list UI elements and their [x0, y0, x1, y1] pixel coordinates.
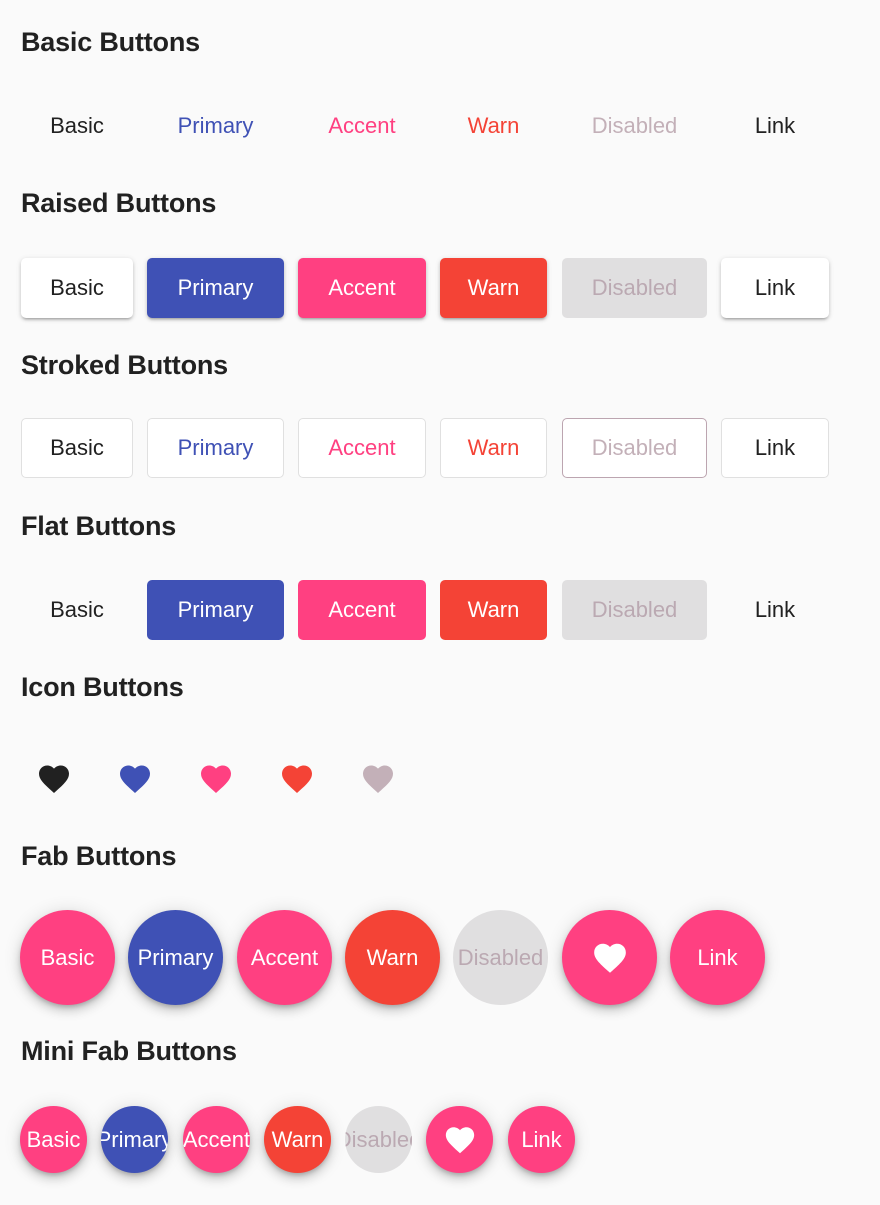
- mini-fab-button-basic[interactable]: Basic: [20, 1106, 87, 1173]
- basic-button-accent[interactable]: Accent: [298, 96, 426, 156]
- basic-button-warn[interactable]: Warn: [440, 96, 547, 156]
- icon-button-primary[interactable]: [113, 757, 157, 801]
- raised-button-primary[interactable]: Primary: [147, 258, 284, 318]
- stroked-button-accent[interactable]: Accent: [298, 418, 426, 478]
- flat-button-basic[interactable]: Basic: [21, 580, 133, 640]
- heart-icon: [39, 765, 69, 794]
- stroked-button-primary[interactable]: Primary: [147, 418, 284, 478]
- heart-icon: [201, 765, 231, 794]
- basic-button-link[interactable]: Link: [721, 96, 829, 156]
- mini-fab-button-primary[interactable]: Primary: [101, 1106, 168, 1173]
- fab-button-link[interactable]: Link: [670, 910, 765, 1005]
- mini-fab-button-link[interactable]: Link: [508, 1106, 575, 1173]
- section-title-fab: Fab Buttons: [21, 841, 177, 871]
- stroked-button-warn[interactable]: Warn: [440, 418, 547, 478]
- basic-button-basic[interactable]: Basic: [21, 96, 133, 156]
- section-title-flat: Flat Buttons: [21, 511, 177, 541]
- mini-fab-button-disabled: Disabled: [345, 1106, 412, 1173]
- stroked-button-basic[interactable]: Basic: [21, 418, 133, 478]
- flat-button-warn[interactable]: Warn: [440, 580, 547, 640]
- mini-fab-button-accent[interactable]: Accent: [183, 1106, 250, 1173]
- heart-icon: [363, 765, 393, 794]
- flat-button-accent[interactable]: Accent: [298, 580, 426, 640]
- section-title-basic: Basic Buttons: [21, 27, 200, 57]
- raised-button-disabled: Disabled: [562, 258, 707, 318]
- fab-button-heart[interactable]: [562, 910, 657, 1005]
- section-title-mini-fab: Mini Fab Buttons: [21, 1036, 237, 1066]
- icon-button-disabled: [356, 757, 400, 801]
- raised-button-link[interactable]: Link: [721, 258, 829, 318]
- icon-button-accent[interactable]: [194, 757, 238, 801]
- raised-button-basic[interactable]: Basic: [21, 258, 133, 318]
- fab-button-accent[interactable]: Accent: [237, 910, 332, 1005]
- fab-button-basic[interactable]: Basic: [20, 910, 115, 1005]
- section-title-icon: Icon Buttons: [21, 672, 184, 702]
- heart-icon: [593, 943, 626, 973]
- heart-icon: [120, 765, 150, 794]
- heart-icon: [282, 765, 312, 794]
- raised-button-accent[interactable]: Accent: [298, 258, 426, 318]
- heart-icon: [445, 1126, 474, 1153]
- raised-button-warn[interactable]: Warn: [440, 258, 547, 318]
- section-title-raised: Raised Buttons: [21, 188, 217, 218]
- basic-button-disabled: Disabled: [591, 113, 678, 138]
- section-title-stroked: Stroked Buttons: [21, 350, 229, 380]
- fab-button-disabled: Disabled: [453, 910, 548, 1005]
- basic-button-primary[interactable]: Primary: [147, 96, 284, 156]
- stroked-button-disabled: Disabled: [562, 418, 707, 478]
- icon-button-basic[interactable]: [32, 757, 76, 801]
- flat-button-link[interactable]: Link: [721, 580, 829, 640]
- fab-button-primary[interactable]: Primary: [128, 910, 223, 1005]
- flat-button-primary[interactable]: Primary: [147, 580, 284, 640]
- icon-button-warn[interactable]: [275, 757, 319, 801]
- mini-fab-button-warn[interactable]: Warn: [264, 1106, 331, 1173]
- fab-button-warn[interactable]: Warn: [345, 910, 440, 1005]
- flat-button-disabled: Disabled: [562, 580, 707, 640]
- mini-fab-button-heart[interactable]: [426, 1106, 493, 1173]
- stroked-button-link[interactable]: Link: [721, 418, 829, 478]
